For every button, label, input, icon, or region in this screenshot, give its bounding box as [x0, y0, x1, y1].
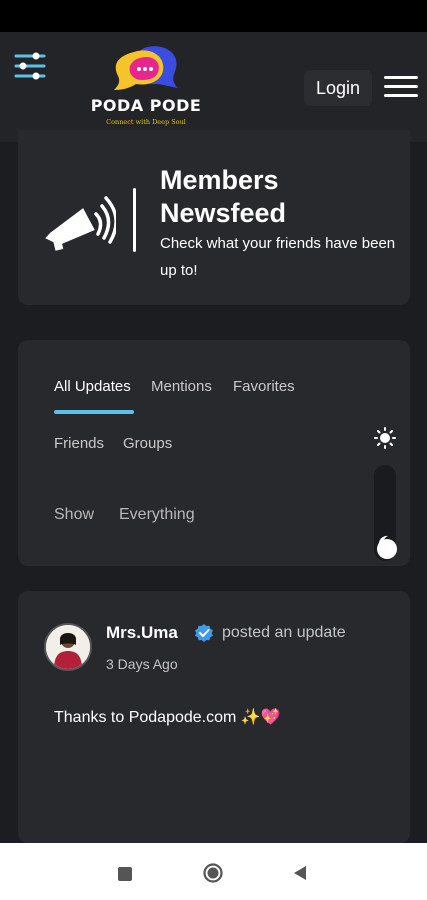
newsfeed-subtitle: Check what your friends have been up to!: [160, 235, 396, 279]
newsfeed-title: Members Newsfeed: [160, 165, 287, 228]
filter-icon[interactable]: [14, 52, 48, 80]
tab-favorites[interactable]: Favorites: [233, 378, 295, 395]
system-nav-bar: [0, 843, 427, 900]
newsfeed-banner: Members Newsfeed Check what your friends…: [18, 130, 410, 305]
logo-title: PODA PODE: [90, 96, 202, 115]
moon-icon[interactable]: [374, 533, 396, 555]
tab-groups[interactable]: Groups: [123, 435, 172, 452]
chat-bubbles-logo-icon: [114, 46, 178, 90]
post-author[interactable]: Mrs.Uma: [106, 623, 178, 643]
post-content: Thanks to Podapode.com ✨💖: [54, 709, 281, 726]
avatar[interactable]: [44, 623, 92, 671]
show-filter-label: Show: [54, 506, 95, 523]
tab-friends[interactable]: Friends: [54, 435, 104, 452]
tab-mentions[interactable]: Mentions: [151, 378, 212, 395]
theme-toggle[interactable]: [372, 425, 398, 565]
logo-tagline: Connect with Deep Soul: [106, 118, 186, 126]
sun-icon[interactable]: [374, 427, 396, 449]
login-button[interactable]: Login: [304, 70, 372, 106]
banner-divider: [133, 188, 136, 252]
tab-all-updates[interactable]: All Updates: [54, 378, 131, 395]
user-photo-icon: [46, 625, 90, 669]
recent-apps-icon[interactable]: [118, 867, 132, 881]
post-timestamp[interactable]: 3 Days Ago: [106, 656, 178, 672]
activity-filter-card: All Updates Mentions Favorites Friends G…: [18, 340, 410, 566]
verified-badge-icon: [195, 624, 213, 642]
active-tab-indicator: [54, 410, 134, 414]
activity-post: Mrs.Uma posted an update 3 Days Ago Than…: [18, 591, 410, 843]
post-action: posted an update: [222, 624, 346, 641]
app-logo[interactable]: PODA PODE Connect with Deep Soul: [86, 44, 206, 130]
menu-icon[interactable]: [384, 76, 418, 100]
back-icon[interactable]: [293, 865, 307, 881]
megaphone-icon: [45, 196, 116, 251]
show-filter-select[interactable]: Everything: [119, 506, 195, 524]
home-icon[interactable]: [203, 863, 223, 883]
status-bar: [0, 0, 427, 32]
